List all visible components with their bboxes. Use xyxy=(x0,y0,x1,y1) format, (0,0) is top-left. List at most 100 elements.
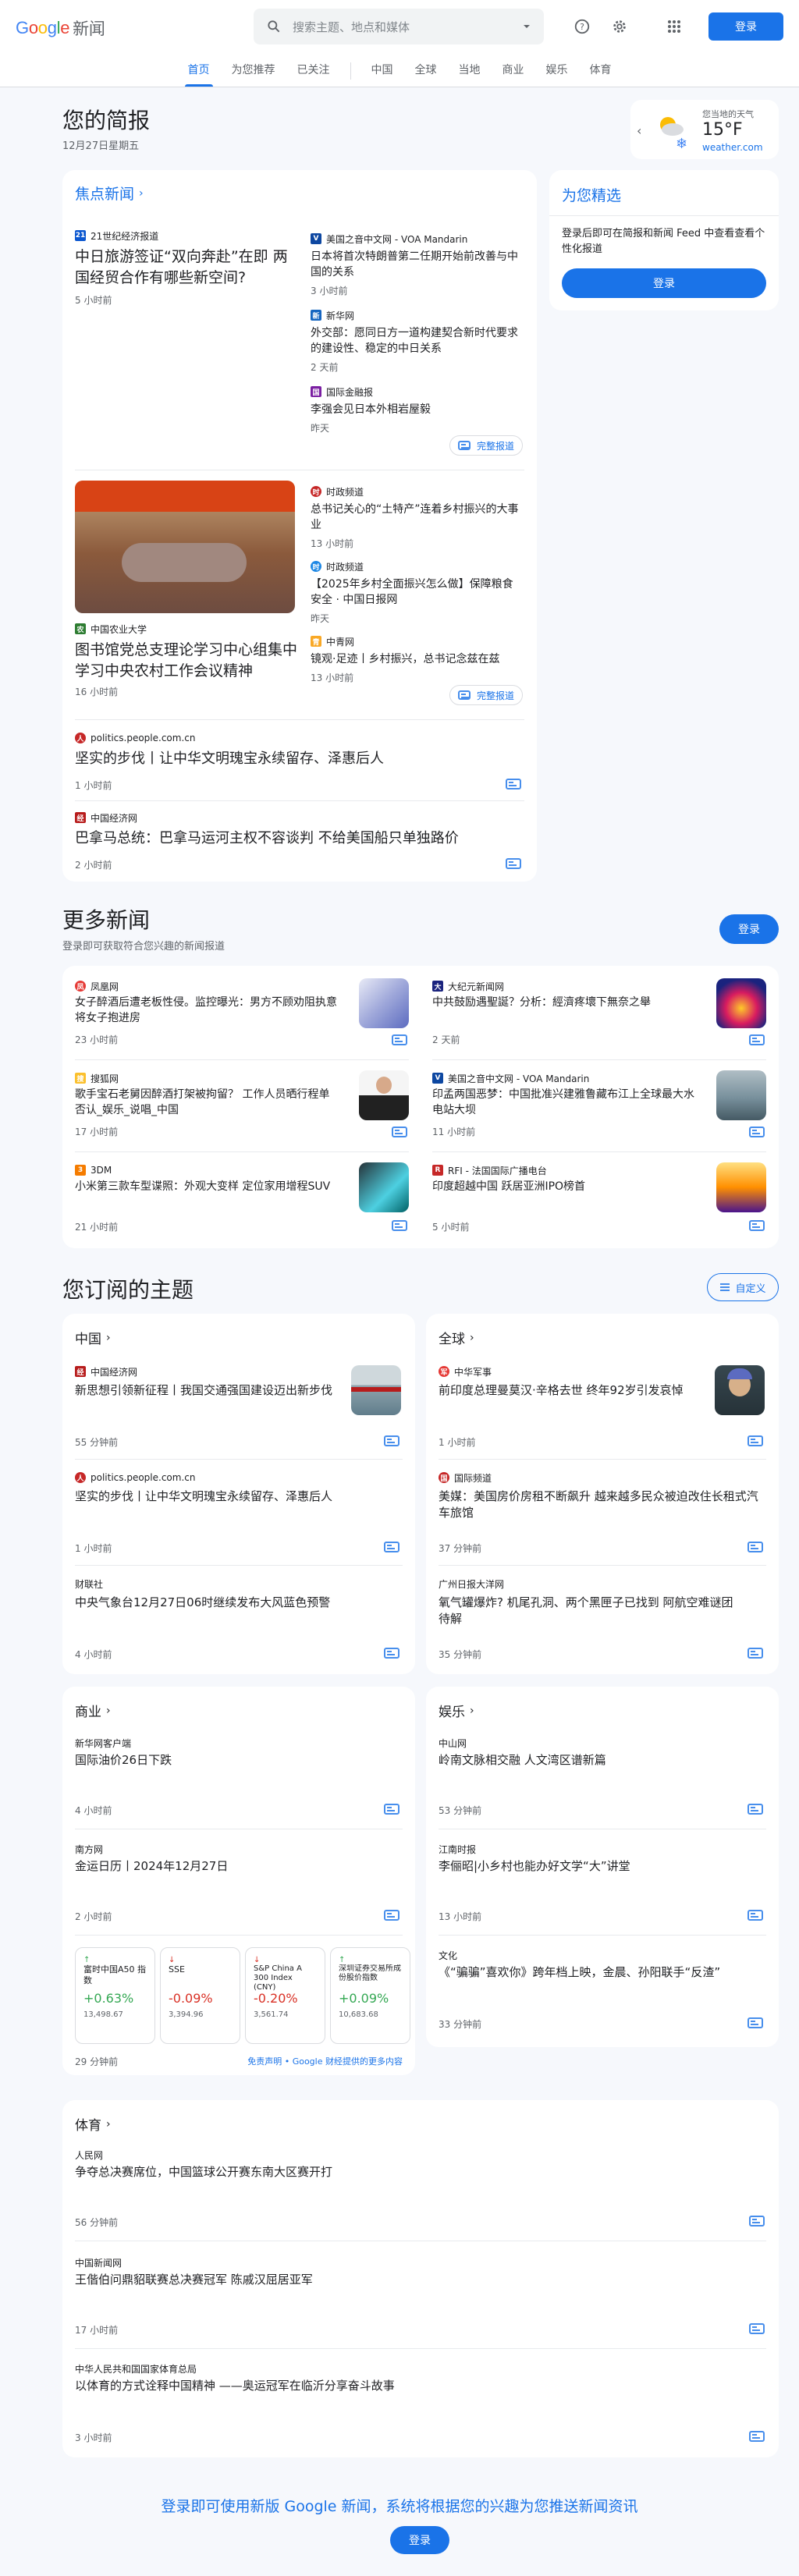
news-thumbnail[interactable] xyxy=(716,1070,766,1120)
headline[interactable]: 总书记关心的“土特产”连着乡村振兴的大事业 xyxy=(311,502,523,533)
full-coverage-icon[interactable] xyxy=(749,1220,765,1231)
help-icon[interactable]: ? xyxy=(566,11,598,42)
weather-widget[interactable]: ‹ ❄ 您当地的天气 15°F weather.com xyxy=(630,100,779,159)
topic-heading-sports[interactable]: 体育 › xyxy=(75,2114,111,2134)
headline[interactable]: 李俪昭|小乡村也能办好文学“大”讲堂 xyxy=(439,1858,766,1875)
headline[interactable]: 巴拿马总统：巴拿马运河主权不容谈判 不给美国船只单独路价 xyxy=(75,829,520,848)
headline[interactable]: 外交部：愿同日方一道构建契合新时代要求的建设性、稳定的中日关系 xyxy=(311,326,523,357)
headline[interactable]: 镜观·足迹丨乡村振兴，总书记念兹在兹 xyxy=(311,652,523,668)
search-box[interactable]: 搜索主题、地点和媒体 xyxy=(254,9,544,44)
customize-button[interactable]: 自定义 xyxy=(707,1273,779,1301)
headline[interactable]: 图书馆党总支理论学习中心组集中学习中央农村工作会议精神 xyxy=(75,640,298,681)
chevron-left-icon[interactable]: ‹ xyxy=(637,123,641,138)
headline[interactable]: 氧气罐爆炸? 机尾孔洞、两个黑匣子已找到 阿航空难谜团待解 xyxy=(439,1595,735,1627)
headline[interactable]: 争夺总决赛席位，中国篮球公开赛东南大区赛开打 xyxy=(75,2164,746,2180)
headline[interactable]: 日本将首次特朗普第二任期开始前改善与中国的关系 xyxy=(311,250,523,280)
tab-for-you[interactable]: 为您推荐 xyxy=(221,62,286,87)
headline[interactable]: 李强会见日本外相岩屋毅 xyxy=(311,403,523,418)
search-input[interactable]: 搜索主题、地点和媒体 xyxy=(293,19,522,35)
full-coverage-icon[interactable] xyxy=(384,1804,400,1815)
news-thumbnail[interactable] xyxy=(716,978,766,1028)
full-coverage-icon[interactable] xyxy=(384,1542,400,1552)
full-coverage-icon[interactable] xyxy=(749,2323,765,2334)
picks-signin-button[interactable]: 登录 xyxy=(562,268,766,298)
news-thumbnail[interactable] xyxy=(359,1070,409,1120)
full-coverage-icon[interactable] xyxy=(748,1542,763,1552)
headline[interactable]: 歌手宝石老舅因醉酒打架被拘留？ 工作人员晒行程单否认_娱乐_说唱_中国 xyxy=(75,1088,340,1118)
tab-home[interactable]: 首页 xyxy=(177,62,221,87)
headline[interactable]: 王偕伯问鼎貂联赛总决赛冠军 陈戚汉屈居亚军 xyxy=(75,2272,746,2288)
news-thumbnail[interactable] xyxy=(359,978,409,1028)
headline[interactable]: 印度超越中国 跃居亚洲IPO榜首 xyxy=(432,1180,698,1195)
headline[interactable]: 国际油价26日下跌 xyxy=(75,1752,403,1769)
topic-heading-world[interactable]: 全球 › xyxy=(439,1328,474,1348)
full-coverage-button[interactable]: 完整报道 xyxy=(449,685,524,705)
full-coverage-icon[interactable] xyxy=(748,2017,763,2028)
news-photo-meeting[interactable] xyxy=(75,481,295,613)
tab-sports[interactable]: 体育 xyxy=(579,62,623,87)
headline[interactable]: 印孟两国恶梦：中国批准兴建雅鲁藏布江上全球最大水电站大坝 xyxy=(432,1088,698,1118)
headline[interactable]: 《“骗骗”喜欢你》跨年档上映，金晨、孙阳联手“反渣” xyxy=(439,1964,766,1981)
apps-grid-icon[interactable] xyxy=(659,11,690,42)
google-news-logo[interactable]: Google 新闻 xyxy=(16,16,105,40)
tab-following[interactable]: 已关注 xyxy=(286,62,341,87)
topic-heading-entertainment[interactable]: 娱乐 › xyxy=(439,1701,474,1721)
tab-world[interactable]: 全球 xyxy=(404,62,448,87)
full-coverage-icon[interactable] xyxy=(748,1804,763,1815)
headline[interactable]: 小米第三款车型谍照：外观大变样 定位家用增程SUV xyxy=(75,1180,340,1195)
publisher-logo-icon: 时 xyxy=(311,486,321,497)
full-coverage-icon[interactable] xyxy=(392,1034,407,1045)
tab-local[interactable]: 当地 xyxy=(448,62,492,87)
more-news-signin-button[interactable]: 登录 xyxy=(719,914,779,944)
gear-icon[interactable] xyxy=(604,11,635,42)
full-coverage-icon[interactable] xyxy=(392,1127,407,1137)
news-thumbnail[interactable] xyxy=(716,1162,766,1212)
full-coverage-icon[interactable] xyxy=(384,1910,400,1921)
search-icon[interactable] xyxy=(266,19,282,34)
full-coverage-icon[interactable] xyxy=(748,1910,763,1921)
full-coverage-icon[interactable] xyxy=(384,1435,400,1446)
headline[interactable]: 【2025年乡村全面振兴怎么做】保障粮食安全 · 中国日报网 xyxy=(311,577,523,608)
full-coverage-icon[interactable] xyxy=(384,1648,400,1659)
top-stories-heading[interactable]: 焦点新闻 › xyxy=(75,183,144,204)
stock-card[interactable]: ↑ 深圳证券交易所成份股价指数 +0.09% 10,683.68 xyxy=(330,1947,410,2044)
headline[interactable]: 中日旅游签证“双向奔赴”在即 两国经贸合作有哪些新空间? xyxy=(75,247,298,288)
topic-heading-china[interactable]: 中国 › xyxy=(75,1328,111,1348)
headline[interactable]: 中央气象台12月27日06时继续发布大风蓝色预警 xyxy=(75,1595,403,1611)
headline[interactable]: 美媒：美国房价房租不断飙升 越来越多民众被迫改住长租式汽车旅馆 xyxy=(439,1488,766,1521)
stock-card[interactable]: ↑ 富时中国A50 指数 +0.63% 13,498.67 xyxy=(75,1947,155,2044)
headline[interactable]: 坚实的步伐丨让中华文明瑰宝永续留存、泽惠后人 xyxy=(75,749,512,768)
full-coverage-icon[interactable] xyxy=(749,2431,765,2442)
finance-disclaimer-link[interactable]: 免责声明 • Google 财经提供的更多内容 xyxy=(247,2055,403,2067)
headline[interactable]: 以体育的方式诠释中国精神 ——奥运冠军在临沂分享奋斗故事 xyxy=(75,2378,746,2394)
full-coverage-icon[interactable] xyxy=(392,1220,407,1231)
full-coverage-icon[interactable] xyxy=(749,2216,765,2227)
full-coverage-icon[interactable] xyxy=(506,858,521,869)
headline[interactable]: 新思想引领新征程丨我国交通强国建设迈出新步伐 xyxy=(75,1382,340,1399)
news-thumbnail[interactable] xyxy=(359,1162,409,1212)
headline[interactable]: 岭南文脉相交融 人文湾区谱新篇 xyxy=(439,1752,766,1769)
footer-signin-button[interactable]: 登录 xyxy=(390,2526,449,2554)
stock-card[interactable]: ↓ SSE -0.09% 3,394.96 xyxy=(160,1947,240,2044)
topic-heading-business[interactable]: 商业 › xyxy=(75,1701,111,1721)
stock-card[interactable]: ↓ S&P China A 300 Index (CNY) -0.20% 3,5… xyxy=(245,1947,325,2044)
signin-button[interactable]: 登录 xyxy=(708,12,783,41)
tab-business[interactable]: 商业 xyxy=(492,62,535,87)
full-coverage-icon[interactable] xyxy=(506,779,521,789)
news-thumbnail[interactable] xyxy=(351,1365,401,1415)
full-coverage-icon[interactable] xyxy=(748,1648,763,1659)
headline[interactable]: 女子醉酒后遭老板性侵。监控曝光：男方不顾劝阻执意将女子抱进房 xyxy=(75,995,340,1026)
news-thumbnail[interactable] xyxy=(715,1365,765,1415)
full-coverage-icon[interactable] xyxy=(749,1127,765,1137)
weather-source[interactable]: weather.com xyxy=(702,142,763,153)
headline[interactable]: 坚实的步伐丨让中华文明瑰宝永续留存、泽惠后人 xyxy=(75,1488,403,1505)
full-coverage-icon[interactable] xyxy=(749,1034,765,1045)
headline[interactable]: 金运日历丨2024年12月27日 xyxy=(75,1858,403,1875)
full-coverage-icon[interactable] xyxy=(748,1435,763,1446)
tab-china[interactable]: 中国 xyxy=(360,62,404,87)
tab-entertainment[interactable]: 娱乐 xyxy=(535,62,579,87)
headline[interactable]: 中共鼓励遇聖誕？分析：經濟疼壞下無奈之舉 xyxy=(432,995,698,1011)
full-coverage-button[interactable]: 完整报道 xyxy=(449,435,524,456)
chevron-down-icon[interactable] xyxy=(522,22,531,31)
headline[interactable]: 前印度总理曼莫汉·辛格去世 终年92岁引发哀悼 xyxy=(439,1382,704,1399)
